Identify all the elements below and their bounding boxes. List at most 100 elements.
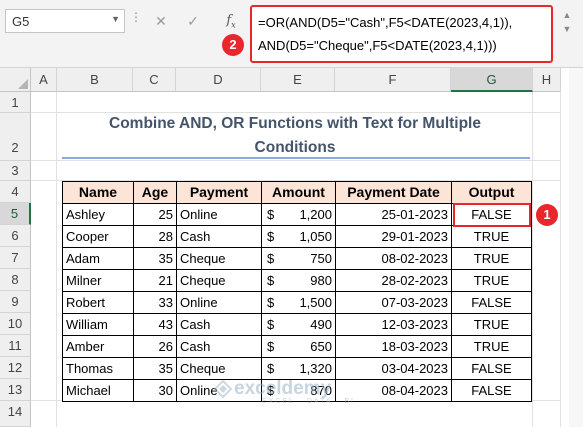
cell-payment[interactable]: Cash (176, 335, 262, 358)
select-all-corner[interactable] (0, 68, 31, 92)
column-header-b[interactable]: B (57, 68, 133, 92)
row-header-1[interactable]: 1 (0, 92, 31, 113)
cell-name[interactable]: Adam (62, 247, 134, 270)
row-header-13[interactable]: 13 (0, 379, 31, 401)
cancel-icon[interactable]: ✕ (150, 9, 172, 33)
cell-name[interactable]: Michael (62, 379, 134, 402)
column-header-a[interactable]: A (31, 68, 57, 92)
cell-output[interactable]: FALSE (451, 291, 532, 314)
cell-age[interactable]: 35 (133, 357, 177, 380)
cell-payment[interactable]: Cash (176, 225, 262, 248)
cell-payment[interactable]: Online (176, 291, 262, 314)
cell-payment[interactable]: Cheque (176, 269, 262, 292)
header-amount[interactable]: Amount (261, 181, 336, 204)
row-header-6[interactable]: 6 (0, 225, 31, 247)
cell-amount[interactable]: $980 (261, 269, 336, 292)
cell-output[interactable]: TRUE (451, 225, 532, 248)
cell-age[interactable]: 30 (133, 379, 177, 402)
row-header-11[interactable]: 11 (0, 335, 31, 357)
enter-icon[interactable]: ✓ (182, 9, 204, 33)
sheet-title-line-1: Combine AND, OR Functions with Text for … (109, 115, 481, 132)
cell-amount[interactable]: $1,500 (261, 291, 336, 314)
cell-amount[interactable]: $1,320 (261, 357, 336, 380)
cell-output[interactable]: TRUE (451, 313, 532, 336)
header-payment[interactable]: Payment (176, 181, 262, 204)
callout-badge-1: 1 (536, 204, 558, 226)
cell-output[interactable]: TRUE (451, 269, 532, 292)
currency-symbol: $ (267, 273, 275, 288)
cell-payment-date[interactable]: 08-02-2023 (335, 247, 452, 270)
column-header-g[interactable]: G (451, 68, 533, 92)
cell-amount[interactable]: $490 (261, 313, 336, 336)
row-header-5[interactable]: 5 (0, 203, 31, 225)
row-header-12[interactable]: 12 (0, 357, 31, 379)
column-header-h[interactable]: H (533, 68, 561, 92)
cell-payment-date[interactable]: 12-03-2023 (335, 313, 452, 336)
cell-payment[interactable]: Cash (176, 313, 262, 336)
formula-bar-collapse-icon[interactable]: ▲ ▼ (560, 8, 574, 48)
currency-symbol: $ (267, 317, 275, 332)
cell-name[interactable]: William (62, 313, 134, 336)
column-header-f[interactable]: F (335, 68, 451, 92)
cell-age[interactable]: 33 (133, 291, 177, 314)
cell-output[interactable]: FALSE (451, 379, 532, 402)
header-name[interactable]: Name (62, 181, 134, 204)
formula-line-2: AND(D5="Cheque",F5<DATE(2023,4,1))) (258, 38, 497, 53)
cell-name[interactable]: Amber (62, 335, 134, 358)
cell-payment-date[interactable]: 29-01-2023 (335, 225, 452, 248)
cell-payment[interactable]: Cheque (176, 357, 262, 380)
cell-amount[interactable]: $750 (261, 247, 336, 270)
cell-payment-date[interactable]: 18-03-2023 (335, 335, 452, 358)
column-header-c[interactable]: C (133, 68, 176, 92)
header-output[interactable]: Output (451, 181, 532, 204)
cell-age[interactable]: 28 (133, 225, 177, 248)
cell-age[interactable]: 26 (133, 335, 177, 358)
title-underline (62, 157, 530, 159)
row-header-14[interactable]: 14 (0, 401, 31, 427)
more-options-icon[interactable]: ⋮ (130, 10, 143, 24)
watermark-text: exceldemy (234, 378, 332, 399)
cell-name[interactable]: Cooper (62, 225, 134, 248)
column-header-e[interactable]: E (261, 68, 335, 92)
cell-age[interactable]: 25 (133, 203, 177, 226)
cell-amount[interactable]: $1,050 (261, 225, 336, 248)
cell-payment-date[interactable]: 03-04-2023 (335, 357, 452, 380)
cell-name[interactable]: Milner (62, 269, 134, 292)
amount-value: 1,500 (299, 295, 332, 310)
chevron-down-icon[interactable]: ▼ (111, 14, 120, 24)
amount-value: 650 (310, 339, 332, 354)
cell-payment[interactable]: Online (176, 203, 262, 226)
column-header-d[interactable]: D (176, 68, 261, 92)
row-header-7[interactable]: 7 (0, 247, 31, 269)
cell-payment-date[interactable]: 28-02-2023 (335, 269, 452, 292)
row-header-3[interactable]: 3 (0, 161, 31, 181)
name-box[interactable]: G5 ▼ (5, 9, 125, 33)
insert-function-icon[interactable]: fx (218, 9, 244, 33)
row-header-8[interactable]: 8 (0, 269, 31, 291)
row-header-9[interactable]: 9 (0, 291, 31, 313)
row-header-10[interactable]: 10 (0, 313, 31, 335)
row-header-4[interactable]: 4 (0, 181, 31, 203)
cell-payment-date[interactable]: 25-01-2023 (335, 203, 452, 226)
header-age[interactable]: Age (133, 181, 177, 204)
cell-output[interactable]: TRUE (451, 247, 532, 270)
exceldemy-logo-icon (214, 380, 232, 398)
currency-symbol: $ (267, 229, 275, 244)
cell-output[interactable]: FALSE (451, 357, 532, 380)
formula-bar: G5 ▼ ⋮ ✕ ✓ fx =OR(AND(D5="Cash",F5<DATE(… (0, 0, 583, 68)
cell-payment[interactable]: Cheque (176, 247, 262, 270)
row-header-2[interactable]: 2 (0, 113, 31, 161)
cell-payment-date[interactable]: 07-03-2023 (335, 291, 452, 314)
cell-name[interactable]: Ashley (62, 203, 134, 226)
cell-amount[interactable]: $650 (261, 335, 336, 358)
formula-input[interactable]: =OR(AND(D5="Cash",F5<DATE(2023,4,1)), AND… (250, 5, 553, 63)
cell-age[interactable]: 35 (133, 247, 177, 270)
vertical-scrollbar[interactable] (569, 68, 583, 427)
cell-age[interactable]: 43 (133, 313, 177, 336)
header-payment-date[interactable]: Payment Date (335, 181, 452, 204)
cell-output[interactable]: TRUE (451, 335, 532, 358)
cell-name[interactable]: Robert (62, 291, 134, 314)
cell-name[interactable]: Thomas (62, 357, 134, 380)
cell-amount[interactable]: $1,200 (261, 203, 336, 226)
cell-age[interactable]: 21 (133, 269, 177, 292)
